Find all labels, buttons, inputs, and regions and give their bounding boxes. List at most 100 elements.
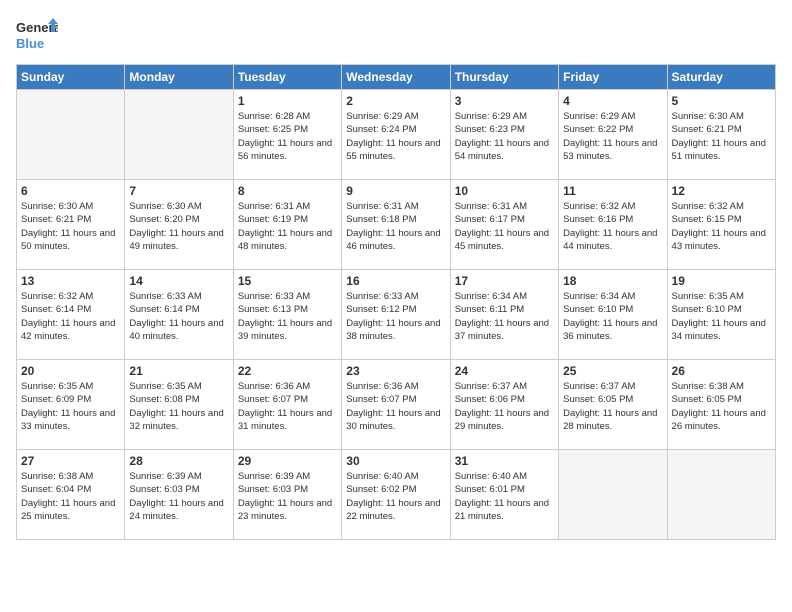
calendar-cell: 31Sunrise: 6:40 AMSunset: 6:01 PMDayligh…	[450, 450, 558, 540]
day-info: Sunrise: 6:33 AMSunset: 6:13 PMDaylight:…	[238, 290, 337, 343]
weekday-header-row: SundayMondayTuesdayWednesdayThursdayFrid…	[17, 65, 776, 90]
day-info: Sunrise: 6:37 AMSunset: 6:05 PMDaylight:…	[563, 380, 662, 433]
day-number: 6	[21, 184, 120, 198]
calendar-week-2: 6 Sunrise: 6:30 AMSunset: 6:21 PMDaylight…	[17, 180, 776, 270]
day-info: Sunrise: 6:32 AMSunset: 6:14 PMDaylight:…	[21, 290, 120, 343]
day-number: 24	[455, 364, 554, 378]
day-number: 25	[563, 364, 662, 378]
day-number: 1	[238, 94, 337, 108]
page-header: General Blue	[16, 16, 776, 54]
day-info: Sunrise: 6:31 AMSunset: 6:19 PMDaylight:…	[238, 200, 337, 253]
calendar-cell: 29 Sunrise: 6:39 AMSunset: 6:03 PMDayligh…	[233, 450, 341, 540]
day-number: 7	[129, 184, 228, 198]
day-info: Sunrise: 6:30 AMSunset: 6:20 PMDaylight:…	[129, 200, 228, 253]
calendar-cell: 19Sunrise: 6:35 AMSunset: 6:10 PMDayligh…	[667, 270, 775, 360]
day-number: 11	[563, 184, 662, 198]
day-number: 4	[563, 94, 662, 108]
weekday-header-saturday: Saturday	[667, 65, 775, 90]
day-info: Sunrise: 6:31 AMSunset: 6:17 PMDaylight:…	[455, 200, 554, 253]
calendar-cell: 10 Sunrise: 6:31 AMSunset: 6:17 PMDayligh…	[450, 180, 558, 270]
day-number: 14	[129, 274, 228, 288]
calendar-cell	[17, 90, 125, 180]
day-info: Sunrise: 6:31 AMSunset: 6:18 PMDaylight:…	[346, 200, 445, 253]
logo-svg: General Blue	[16, 16, 58, 54]
day-number: 18	[563, 274, 662, 288]
day-number: 28	[129, 454, 228, 468]
calendar-cell: 16Sunrise: 6:33 AMSunset: 6:12 PMDayligh…	[342, 270, 450, 360]
day-info: Sunrise: 6:34 AMSunset: 6:11 PMDaylight:…	[455, 290, 554, 343]
day-number: 23	[346, 364, 445, 378]
weekday-header-thursday: Thursday	[450, 65, 558, 90]
day-number: 2	[346, 94, 445, 108]
day-number: 9	[346, 184, 445, 198]
day-number: 26	[672, 364, 771, 378]
day-info: Sunrise: 6:36 AMSunset: 6:07 PMDaylight:…	[238, 380, 337, 433]
calendar-table: SundayMondayTuesdayWednesdayThursdayFrid…	[16, 64, 776, 540]
day-info: Sunrise: 6:29 AMSunset: 6:23 PMDaylight:…	[455, 110, 554, 163]
calendar-cell: 30Sunrise: 6:40 AMSunset: 6:02 PMDayligh…	[342, 450, 450, 540]
day-number: 15	[238, 274, 337, 288]
calendar-cell: 22 Sunrise: 6:36 AMSunset: 6:07 PMDayligh…	[233, 360, 341, 450]
calendar-cell: 18 Sunrise: 6:34 AMSunset: 6:10 PMDayligh…	[559, 270, 667, 360]
calendar-cell: 11 Sunrise: 6:32 AMSunset: 6:16 PMDayligh…	[559, 180, 667, 270]
day-number: 10	[455, 184, 554, 198]
day-info: Sunrise: 6:38 AMSunset: 6:04 PMDaylight:…	[21, 470, 120, 523]
day-number: 13	[21, 274, 120, 288]
calendar-cell: 5 Sunrise: 6:30 AMSunset: 6:21 PMDaylight…	[667, 90, 775, 180]
day-number: 27	[21, 454, 120, 468]
calendar-cell: 15 Sunrise: 6:33 AMSunset: 6:13 PMDayligh…	[233, 270, 341, 360]
day-info: Sunrise: 6:39 AMSunset: 6:03 PMDaylight:…	[238, 470, 337, 523]
day-info: Sunrise: 6:35 AMSunset: 6:08 PMDaylight:…	[129, 380, 228, 433]
day-number: 8	[238, 184, 337, 198]
day-number: 29	[238, 454, 337, 468]
calendar-cell: 14Sunrise: 6:33 AMSunset: 6:14 PMDayligh…	[125, 270, 233, 360]
calendar-cell: 28 Sunrise: 6:39 AMSunset: 6:03 PMDayligh…	[125, 450, 233, 540]
day-info: Sunrise: 6:39 AMSunset: 6:03 PMDaylight:…	[129, 470, 228, 523]
day-info: Sunrise: 6:29 AMSunset: 6:24 PMDaylight:…	[346, 110, 445, 163]
calendar-cell	[667, 450, 775, 540]
calendar-cell	[125, 90, 233, 180]
calendar-cell: 23 Sunrise: 6:36 AMSunset: 6:07 PMDayligh…	[342, 360, 450, 450]
calendar-cell: 6 Sunrise: 6:30 AMSunset: 6:21 PMDaylight…	[17, 180, 125, 270]
calendar-week-5: 27 Sunrise: 6:38 AMSunset: 6:04 PMDayligh…	[17, 450, 776, 540]
calendar-cell: 9 Sunrise: 6:31 AMSunset: 6:18 PMDaylight…	[342, 180, 450, 270]
day-number: 21	[129, 364, 228, 378]
day-number: 20	[21, 364, 120, 378]
day-number: 12	[672, 184, 771, 198]
calendar-week-3: 13 Sunrise: 6:32 AMSunset: 6:14 PMDayligh…	[17, 270, 776, 360]
day-info: Sunrise: 6:34 AMSunset: 6:10 PMDaylight:…	[563, 290, 662, 343]
calendar-cell: 20Sunrise: 6:35 AMSunset: 6:09 PMDayligh…	[17, 360, 125, 450]
calendar-cell: 25 Sunrise: 6:37 AMSunset: 6:05 PMDayligh…	[559, 360, 667, 450]
day-number: 17	[455, 274, 554, 288]
calendar-cell: 7 Sunrise: 6:30 AMSunset: 6:20 PMDaylight…	[125, 180, 233, 270]
day-info: Sunrise: 6:40 AMSunset: 6:01 PMDaylight:…	[455, 470, 554, 523]
day-info: Sunrise: 6:35 AMSunset: 6:10 PMDaylight:…	[672, 290, 771, 343]
calendar-cell: 3 Sunrise: 6:29 AMSunset: 6:23 PMDaylight…	[450, 90, 558, 180]
logo-text: General Blue	[16, 16, 58, 54]
calendar-cell: 12 Sunrise: 6:32 AMSunset: 6:15 PMDayligh…	[667, 180, 775, 270]
calendar-cell: 4Sunrise: 6:29 AMSunset: 6:22 PMDaylight…	[559, 90, 667, 180]
calendar-cell: 1 Sunrise: 6:28 AMSunset: 6:25 PMDaylight…	[233, 90, 341, 180]
weekday-header-friday: Friday	[559, 65, 667, 90]
weekday-header-monday: Monday	[125, 65, 233, 90]
day-number: 22	[238, 364, 337, 378]
calendar-cell: 24Sunrise: 6:37 AMSunset: 6:06 PMDayligh…	[450, 360, 558, 450]
svg-text:Blue: Blue	[16, 36, 44, 51]
day-number: 30	[346, 454, 445, 468]
day-number: 3	[455, 94, 554, 108]
day-info: Sunrise: 6:28 AMSunset: 6:25 PMDaylight:…	[238, 110, 337, 163]
calendar-week-4: 20Sunrise: 6:35 AMSunset: 6:09 PMDayligh…	[17, 360, 776, 450]
day-info: Sunrise: 6:36 AMSunset: 6:07 PMDaylight:…	[346, 380, 445, 433]
calendar-cell: 21 Sunrise: 6:35 AMSunset: 6:08 PMDayligh…	[125, 360, 233, 450]
calendar-week-1: 1 Sunrise: 6:28 AMSunset: 6:25 PMDaylight…	[17, 90, 776, 180]
day-info: Sunrise: 6:32 AMSunset: 6:15 PMDaylight:…	[672, 200, 771, 253]
day-info: Sunrise: 6:30 AMSunset: 6:21 PMDaylight:…	[21, 200, 120, 253]
day-number: 5	[672, 94, 771, 108]
day-info: Sunrise: 6:32 AMSunset: 6:16 PMDaylight:…	[563, 200, 662, 253]
calendar-cell: 17 Sunrise: 6:34 AMSunset: 6:11 PMDayligh…	[450, 270, 558, 360]
day-info: Sunrise: 6:30 AMSunset: 6:21 PMDaylight:…	[672, 110, 771, 163]
weekday-header-tuesday: Tuesday	[233, 65, 341, 90]
weekday-header-sunday: Sunday	[17, 65, 125, 90]
calendar-cell	[559, 450, 667, 540]
logo: General Blue	[16, 16, 58, 54]
